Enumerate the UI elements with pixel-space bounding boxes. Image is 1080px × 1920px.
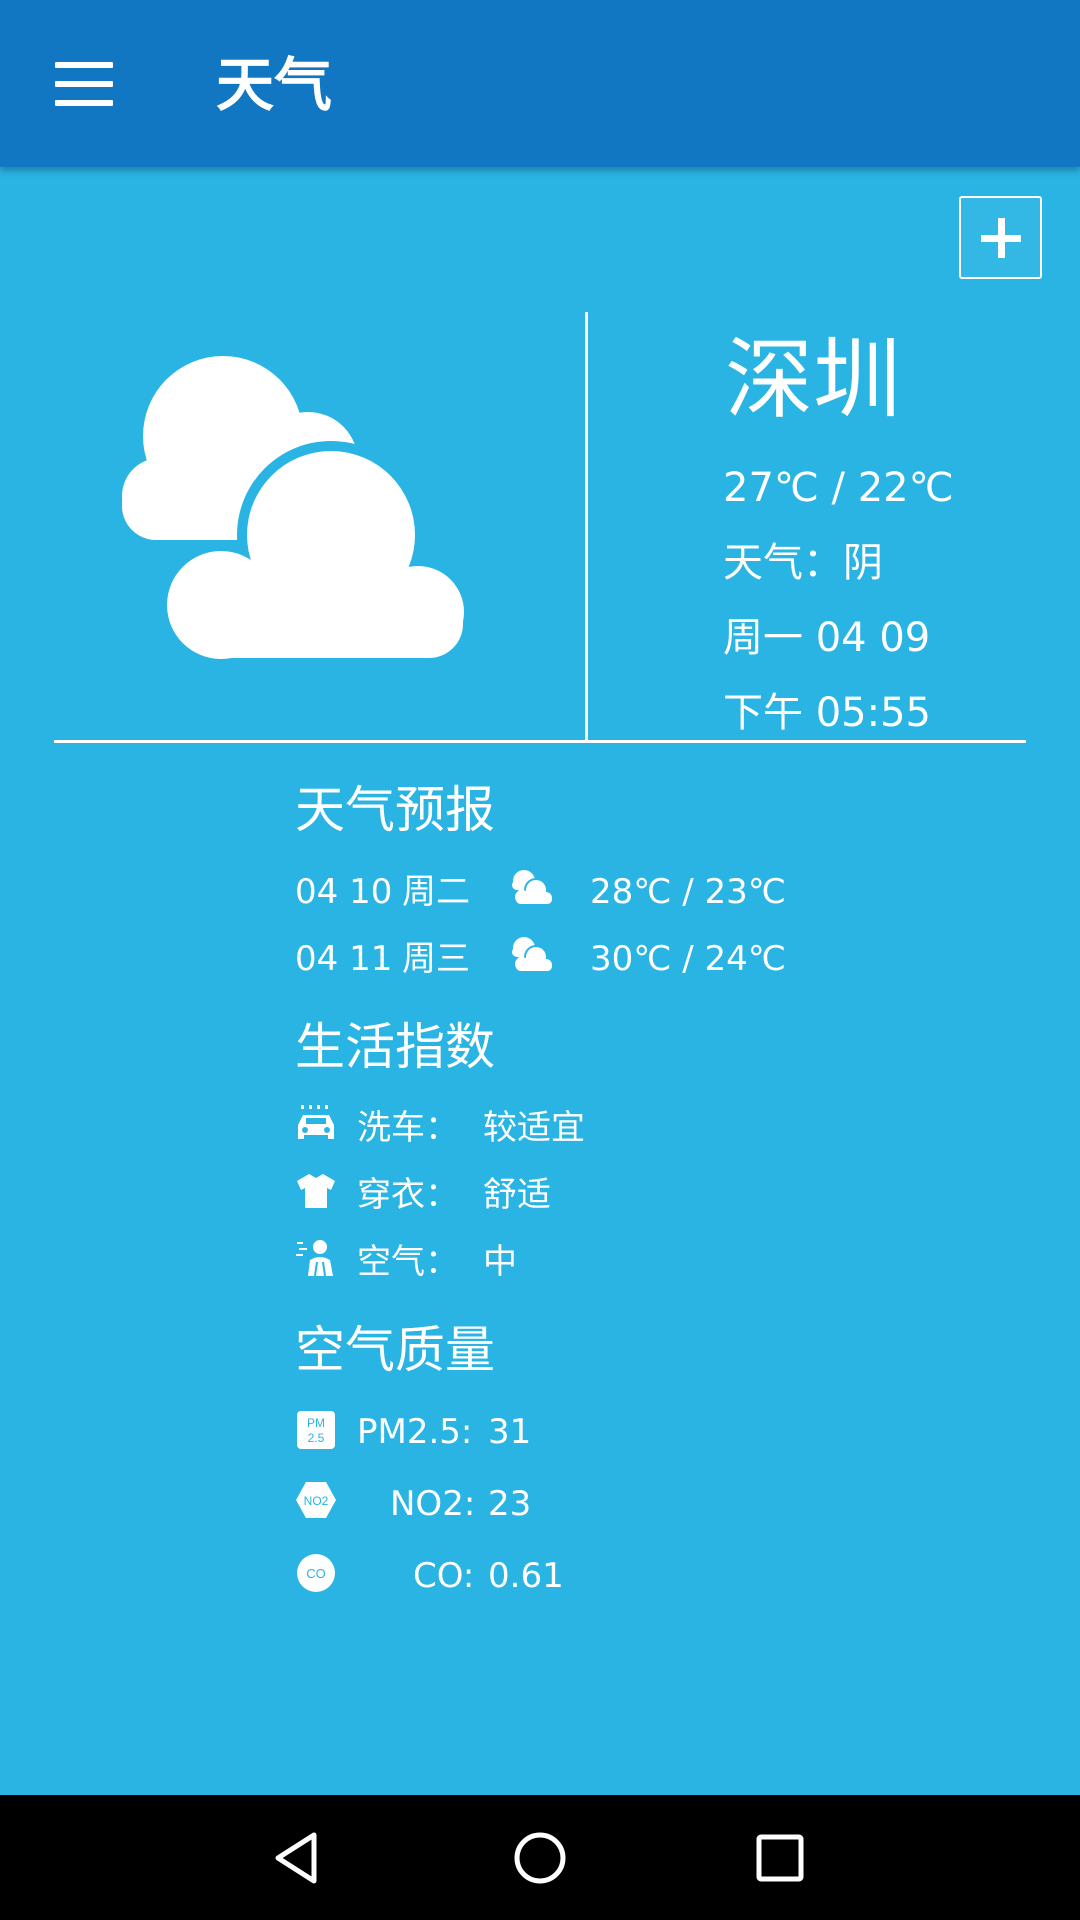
forecast-date: 04 11 xyxy=(295,939,393,979)
hamburger-menu-icon[interactable] xyxy=(55,62,113,106)
life-index-value: 中 xyxy=(483,1242,517,1282)
pm25-icon: PM 2.5 xyxy=(297,1411,335,1449)
air-quality-label: PM2.5: xyxy=(357,1412,473,1452)
life-index-value: 较适宜 xyxy=(483,1108,585,1148)
svg-text:CO: CO xyxy=(306,1566,326,1581)
app-title: 天气 xyxy=(216,51,333,119)
air-quality-value: 23 xyxy=(488,1484,532,1524)
forecast-temp: 30℃ / 24℃ xyxy=(590,939,786,979)
home-circle-icon[interactable] xyxy=(507,1825,573,1891)
clothes-icon xyxy=(297,1174,335,1208)
add-city-button[interactable] xyxy=(959,196,1042,279)
air-person-icon xyxy=(296,1240,333,1277)
life-index-title: 生活指数 xyxy=(295,1018,495,1076)
svg-text:NO2: NO2 xyxy=(304,1494,329,1508)
current-temp-range: 27℃ / 22℃ xyxy=(723,465,954,511)
life-index-label: 穿衣： xyxy=(357,1175,459,1215)
city-name: 深圳 xyxy=(725,328,902,431)
air-quality-label: CO: xyxy=(413,1556,475,1596)
no2-icon: NO2 xyxy=(296,1482,336,1518)
air-quality-value: 31 xyxy=(488,1412,532,1452)
co-icon: CO xyxy=(297,1554,335,1592)
life-index-label: 空气： xyxy=(357,1242,459,1282)
cloudy-icon xyxy=(512,937,552,971)
forecast-temp: 28℃ / 23℃ xyxy=(590,872,786,912)
app-bar: 天气 xyxy=(0,0,1080,167)
forecast-weekday: 周三 xyxy=(402,939,470,979)
horizontal-divider xyxy=(54,740,1026,743)
air-quality-label: NO2: xyxy=(390,1484,476,1524)
life-index-value: 舒适 xyxy=(483,1175,551,1215)
air-quality-title: 空气质量 xyxy=(295,1321,495,1379)
current-date: 周一 04 09 xyxy=(723,615,931,661)
forecast-title: 天气预报 xyxy=(295,781,495,839)
air-quality-value: 0.61 xyxy=(488,1556,564,1596)
life-index-label: 洗车： xyxy=(357,1108,459,1148)
system-nav-bar xyxy=(0,1795,1080,1920)
svg-text:PM: PM xyxy=(307,1416,325,1430)
current-condition: 天气：阴 xyxy=(723,540,883,586)
back-triangle-icon[interactable] xyxy=(266,1825,332,1891)
recents-square-icon[interactable] xyxy=(747,1825,813,1891)
forecast-date: 04 10 xyxy=(295,872,393,912)
cloudy-icon xyxy=(512,870,552,904)
vertical-divider xyxy=(585,312,588,740)
partly-cloudy-icon xyxy=(122,356,464,659)
svg-text:2.5: 2.5 xyxy=(308,1431,325,1445)
forecast-weekday: 周二 xyxy=(402,872,470,912)
current-time: 下午 05:55 xyxy=(723,690,931,736)
car-wash-icon xyxy=(298,1105,334,1139)
